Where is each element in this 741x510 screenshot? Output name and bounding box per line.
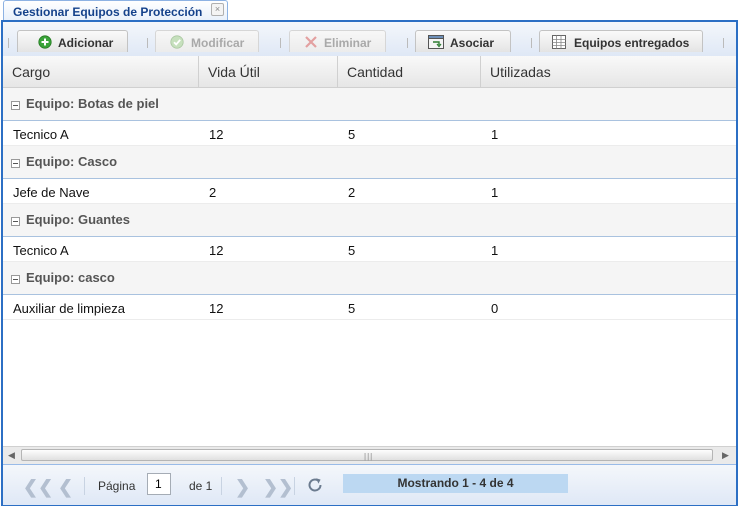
- cell-cantidad: 2: [348, 185, 356, 200]
- first-page-icon[interactable]: ❮❮: [23, 477, 53, 498]
- scroll-right-icon[interactable]: ▶: [722, 450, 729, 461]
- cell-cargo: Tecnico A: [13, 127, 69, 142]
- column-header-utilizadas[interactable]: Utilizadas: [481, 56, 736, 87]
- toolbar-separator: [147, 38, 148, 48]
- column-header-cantidad[interactable]: Cantidad: [338, 56, 481, 87]
- paging-separator: [84, 477, 85, 495]
- group-row[interactable]: Equipo: casco: [3, 262, 736, 295]
- table-row[interactable]: Tecnico A 12 5 1: [3, 237, 736, 262]
- table-row[interactable]: Tecnico A 12 5 1: [3, 121, 736, 146]
- cell-utilizadas: 1: [491, 127, 499, 142]
- delivered-equipment-label: Equipos entregados: [574, 36, 690, 50]
- horizontal-scrollbar[interactable]: ◀ ||| ▶: [3, 446, 736, 464]
- page-label: Página: [98, 479, 136, 493]
- group-label: Equipo: Guantes: [26, 212, 130, 227]
- cell-vida-util: 12: [209, 243, 224, 258]
- cell-utilizadas: 1: [491, 243, 499, 258]
- group-row[interactable]: Equipo: Casco: [3, 146, 736, 179]
- column-header-cargo[interactable]: Cargo: [3, 56, 199, 87]
- page-count-label: de 1: [189, 479, 213, 493]
- cell-cargo: Jefe de Nave: [13, 185, 90, 200]
- paging-separator: [294, 477, 295, 495]
- toolbar-separator: [531, 38, 532, 48]
- group-row[interactable]: Equipo: Guantes: [3, 204, 736, 237]
- toolbar-separator: [407, 38, 408, 48]
- cell-cantidad: 5: [348, 243, 356, 258]
- prev-page-icon[interactable]: ❮: [58, 477, 73, 498]
- associate-icon: [428, 35, 444, 49]
- main-panel: Adicionar Modificar Eliminar Asociar Equ…: [1, 20, 738, 506]
- cell-utilizadas: 0: [491, 301, 499, 316]
- toolbar-separator: [723, 38, 724, 48]
- add-button[interactable]: Adicionar: [17, 30, 128, 52]
- next-page-icon[interactable]: ❯: [235, 477, 250, 498]
- delete-button-label: Eliminar: [324, 36, 372, 50]
- cell-vida-util: 12: [209, 127, 224, 142]
- group-label: Equipo: Casco: [26, 154, 118, 169]
- scrollbar-thumb[interactable]: |||: [21, 449, 713, 461]
- group-label: Equipo: casco: [26, 270, 115, 285]
- paging-status: Mostrando 1 - 4 de 4: [343, 474, 568, 493]
- grip-icon: |||: [364, 452, 374, 461]
- edit-button[interactable]: Modificar: [155, 30, 259, 52]
- cell-vida-util: 2: [209, 185, 217, 200]
- cell-cantidad: 5: [348, 127, 356, 142]
- delete-button[interactable]: Eliminar: [289, 30, 386, 52]
- toolbar-separator: [8, 38, 9, 48]
- cell-utilizadas: 1: [491, 185, 499, 200]
- collapse-icon[interactable]: [11, 275, 20, 284]
- associate-button-label: Asociar: [450, 36, 495, 50]
- group-label: Equipo: Botas de piel: [26, 96, 159, 111]
- cell-cargo: Tecnico A: [13, 243, 69, 258]
- last-page-icon[interactable]: ❯❯: [263, 477, 293, 498]
- tab-strip: Gestionar Equipos de Protección ×: [0, 0, 741, 21]
- associate-button[interactable]: Asociar: [415, 30, 511, 52]
- add-icon: [38, 35, 52, 49]
- add-button-label: Adicionar: [58, 36, 114, 50]
- cell-cantidad: 5: [348, 301, 356, 316]
- toolbar-separator: [280, 38, 281, 48]
- refresh-icon[interactable]: [306, 476, 324, 494]
- cell-vida-util: 12: [209, 301, 224, 316]
- table-row[interactable]: Jefe de Nave 2 2 1: [3, 179, 736, 204]
- tab-title: Gestionar Equipos de Protección: [13, 5, 203, 19]
- edit-button-label: Modificar: [191, 36, 245, 50]
- delivered-equipment-button[interactable]: Equipos entregados: [539, 30, 703, 52]
- group-row[interactable]: Equipo: Botas de piel: [3, 88, 736, 121]
- paging-toolbar: ❮❮ ❮ Página 1 de 1 ❯ ❯❯ Mostrando 1 - 4 …: [3, 464, 736, 505]
- tab-gestionar-equipos[interactable]: Gestionar Equipos de Protección ×: [3, 0, 228, 20]
- column-header-vida-util[interactable]: Vida Útil: [199, 56, 338, 87]
- table-icon: [552, 35, 566, 49]
- toolbar: Adicionar Modificar Eliminar Asociar Equ…: [3, 22, 736, 57]
- paging-separator: [221, 477, 222, 495]
- collapse-icon[interactable]: [11, 101, 20, 110]
- scroll-left-icon[interactable]: ◀: [8, 450, 15, 461]
- page-number-input[interactable]: 1: [147, 473, 171, 495]
- collapse-icon[interactable]: [11, 159, 20, 168]
- close-icon[interactable]: ×: [211, 3, 224, 16]
- delete-icon: [305, 36, 317, 48]
- collapse-icon[interactable]: [11, 217, 20, 226]
- table-row[interactable]: Auxiliar de limpieza 12 5 0: [3, 295, 736, 320]
- cell-cargo: Auxiliar de limpieza: [13, 301, 125, 316]
- edit-icon: [170, 35, 184, 49]
- grid-header: Cargo Vida Útil Cantidad Utilizadas: [3, 56, 736, 88]
